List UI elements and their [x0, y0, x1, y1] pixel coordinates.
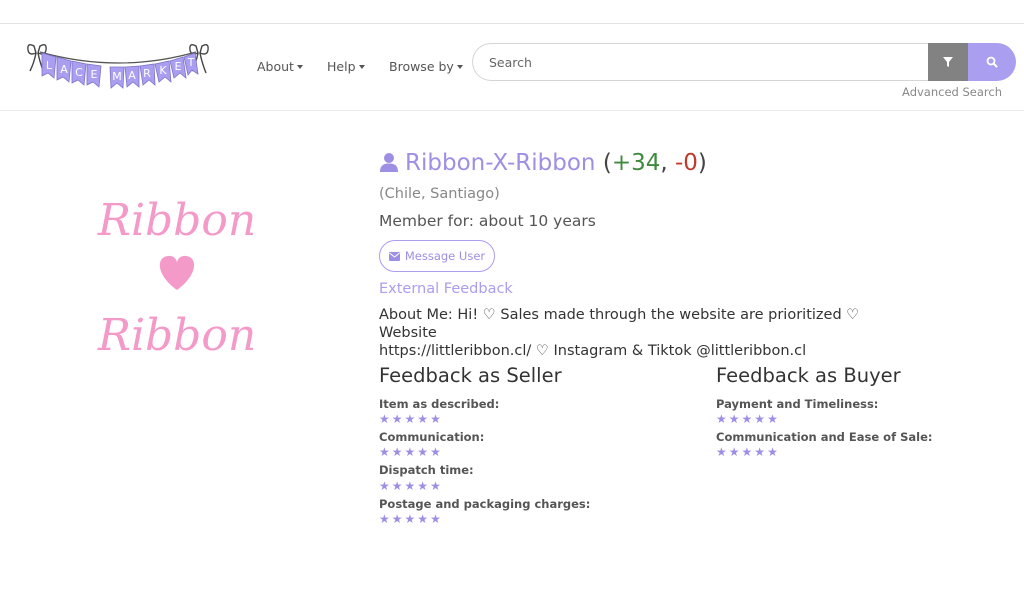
star-icon: ★ — [391, 512, 405, 526]
caret-down-icon — [358, 65, 365, 69]
star-icon: ★ — [430, 445, 443, 459]
svg-text:E: E — [91, 68, 98, 81]
star-icon: ★ — [391, 479, 405, 493]
profile-image: Ribbon Ribbon — [97, 195, 256, 360]
star-icon: ★ — [767, 445, 780, 459]
positive-score: +34 — [611, 150, 661, 176]
feedback-seller-title: Feedback as Seller — [379, 364, 562, 387]
nav-browse-by-label: Browse by — [389, 59, 454, 74]
svg-text:L: L — [46, 59, 53, 72]
star-icon: ★ — [430, 479, 443, 493]
star-rating: ★★★★★ — [379, 479, 443, 493]
filter-button[interactable] — [928, 43, 968, 81]
nav-about-label: About — [257, 59, 294, 74]
star-icon: ★ — [716, 445, 729, 459]
about-me: About Me: Hi! ♡ Sales made through the w… — [379, 306, 919, 360]
nav-browse-by[interactable]: Browse by — [389, 59, 463, 74]
search-input[interactable] — [472, 43, 945, 81]
search-button[interactable] — [968, 43, 1016, 81]
message-user-label: Message User — [404, 249, 486, 263]
star-icon: ★ — [716, 412, 729, 426]
about-me-line-2: https://littleribbon.cl/ ♡ Instagram & T… — [379, 343, 807, 359]
star-icon: ★ — [379, 479, 392, 493]
profile-image-text-top: Ribbon — [97, 195, 256, 246]
username-link[interactable]: Ribbon-X-Ribbon — [405, 150, 596, 176]
star-icon: ★ — [754, 412, 768, 426]
star-icon: ★ — [741, 445, 755, 459]
feedback-buyer-title: Feedback as Buyer — [716, 364, 901, 387]
star-icon: ★ — [404, 412, 418, 426]
star-icon: ★ — [728, 445, 742, 459]
star-icon: ★ — [379, 445, 392, 459]
star-icon: ★ — [741, 412, 755, 426]
star-icon: ★ — [767, 412, 780, 426]
caret-down-icon — [296, 65, 303, 69]
score-close: ) — [697, 150, 707, 176]
star-icon: ★ — [379, 412, 392, 426]
external-feedback-link[interactable]: External Feedback — [379, 281, 513, 297]
svg-text:K: K — [159, 64, 167, 77]
score-separator: , — [660, 150, 675, 176]
envelope-icon — [388, 251, 400, 261]
star-icon: ★ — [417, 479, 431, 493]
star-rating: ★★★★★ — [379, 412, 443, 426]
nav-help[interactable]: Help — [327, 59, 365, 74]
feedback-label: Postage and packaging charges: — [379, 497, 591, 511]
feedback-label: Payment and Timeliness: — [716, 397, 879, 411]
feedback-label: Communication: — [379, 430, 485, 444]
star-rating: ★★★★★ — [716, 445, 780, 459]
star-icon: ★ — [404, 512, 418, 526]
svg-text:R: R — [143, 67, 151, 80]
star-icon: ★ — [391, 445, 405, 459]
advanced-search-link[interactable]: Advanced Search — [902, 85, 1002, 99]
member-for: Member for: about 10 years — [379, 212, 596, 230]
feedback-label: Communication and Ease of Sale: — [716, 430, 933, 444]
star-icon: ★ — [417, 412, 431, 426]
nav-about[interactable]: About — [257, 59, 303, 74]
svg-text:M: M — [112, 70, 122, 83]
feedback-score: (+34, -0) — [603, 150, 707, 176]
navbar: LACE MARK ET About Help Browse by Advanc… — [0, 24, 1024, 111]
feedback-label: Item as described: — [379, 397, 500, 411]
search-bar — [472, 43, 1016, 81]
star-icon: ★ — [754, 445, 768, 459]
svg-text:T: T — [187, 56, 195, 69]
star-rating: ★★★★★ — [716, 412, 780, 426]
svg-text:C: C — [75, 66, 83, 79]
about-me-line-1: About Me: Hi! ♡ Sales made through the w… — [379, 307, 860, 341]
profile-image-text-bottom: Ribbon — [97, 310, 256, 360]
star-icon: ★ — [391, 412, 405, 426]
location: (Chile, Santiago) — [379, 186, 500, 202]
star-icon: ★ — [417, 512, 431, 526]
lace-market-logo[interactable]: LACE MARK ET — [26, 40, 212, 98]
svg-text:A: A — [128, 69, 136, 82]
profile-name-row: Ribbon-X-Ribbon (+34, -0) — [379, 150, 707, 180]
negative-score: -0 — [674, 150, 698, 176]
feedback-label: Dispatch time: — [379, 463, 474, 477]
search-icon — [986, 56, 998, 68]
svg-text:E: E — [175, 60, 182, 73]
score-open: ( — [602, 150, 612, 176]
star-rating: ★★★★★ — [379, 445, 443, 459]
heart-icon — [159, 255, 195, 290]
star-icon: ★ — [430, 412, 443, 426]
user-icon — [380, 153, 398, 172]
star-icon: ★ — [417, 445, 431, 459]
message-user-button[interactable]: Message User — [379, 240, 495, 272]
star-icon: ★ — [404, 445, 418, 459]
nav-help-label: Help — [327, 59, 356, 74]
star-icon: ★ — [430, 512, 443, 526]
star-icon: ★ — [728, 412, 742, 426]
filter-icon — [943, 57, 953, 67]
star-icon: ★ — [404, 479, 418, 493]
svg-text:A: A — [60, 63, 68, 76]
caret-down-icon — [456, 65, 463, 69]
star-icon: ★ — [379, 512, 392, 526]
star-rating: ★★★★★ — [379, 512, 443, 526]
